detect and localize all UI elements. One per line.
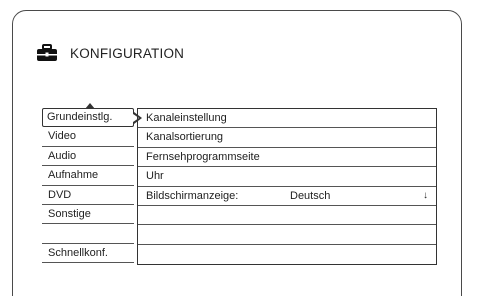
submenu-item-fernsehprogrammseite[interactable]: Fernsehprogrammseite (138, 148, 436, 168)
menu-item-aufnahme[interactable]: Aufnahme (42, 166, 134, 186)
up-caret-icon (85, 103, 95, 109)
down-arrow-icon[interactable]: ↓ (423, 187, 428, 205)
submenu-item-empty (138, 225, 436, 245)
submenu-item-label: Uhr (146, 170, 164, 183)
menu-item-audio[interactable]: Audio (42, 147, 134, 167)
menu-item-label: Audio (48, 149, 77, 162)
submenu-panel: Kanaleinstellung Kanalsortierung Fernseh… (137, 108, 437, 266)
submenu-item-empty (138, 206, 436, 226)
submenu-item-label: Kanalsortierung (146, 131, 224, 144)
menu-item-grundeinstlg[interactable]: Grundeinstlg. (42, 103, 142, 128)
menu-item-label: Video (48, 130, 76, 143)
submenu-item-empty (138, 245, 436, 264)
submenu-item-label: Kanaleinstellung (146, 112, 227, 124)
menu-item-label: Schnellkonf. (48, 246, 108, 259)
menu-item-schnellkonf[interactable]: Schnellkonf. (42, 244, 134, 264)
submenu-item-uhr[interactable]: Uhr (138, 167, 436, 187)
toolbox-icon (37, 44, 57, 61)
menu-item-label: DVD (48, 188, 72, 201)
menu-item-label: Sonstige (48, 207, 91, 220)
submenu-item-label: Fernsehprogrammseite (146, 150, 260, 163)
language-value: Deutsch (290, 189, 331, 202)
menu-item-video[interactable]: Video (42, 127, 134, 147)
menu-item-dvd[interactable]: DVD (42, 186, 134, 205)
menu-item-label: Aufnahme (48, 169, 99, 182)
page-title: KONFIGURATION (70, 45, 185, 61)
submenu-item-kanaleinstellung[interactable]: Kanaleinstellung (138, 109, 436, 129)
submenu-item-bildschirmanzeige[interactable]: Bildschirmanzeige: Deutsch ↓ (138, 187, 436, 206)
submenu-item-kanalsortierung[interactable]: Kanalsortierung (138, 128, 436, 148)
menu-item-sonstige[interactable]: Sonstige (42, 205, 134, 225)
left-menu: Grundeinstlg. Video Audio Aufnahme DVD S… (42, 103, 142, 264)
menu-item-empty (42, 224, 134, 244)
page-header: KONFIGURATION (36, 44, 184, 62)
submenu-item-label: Bildschirmanzeige: (146, 189, 239, 202)
menu-item-label: Grundeinstlg. (47, 111, 113, 123)
